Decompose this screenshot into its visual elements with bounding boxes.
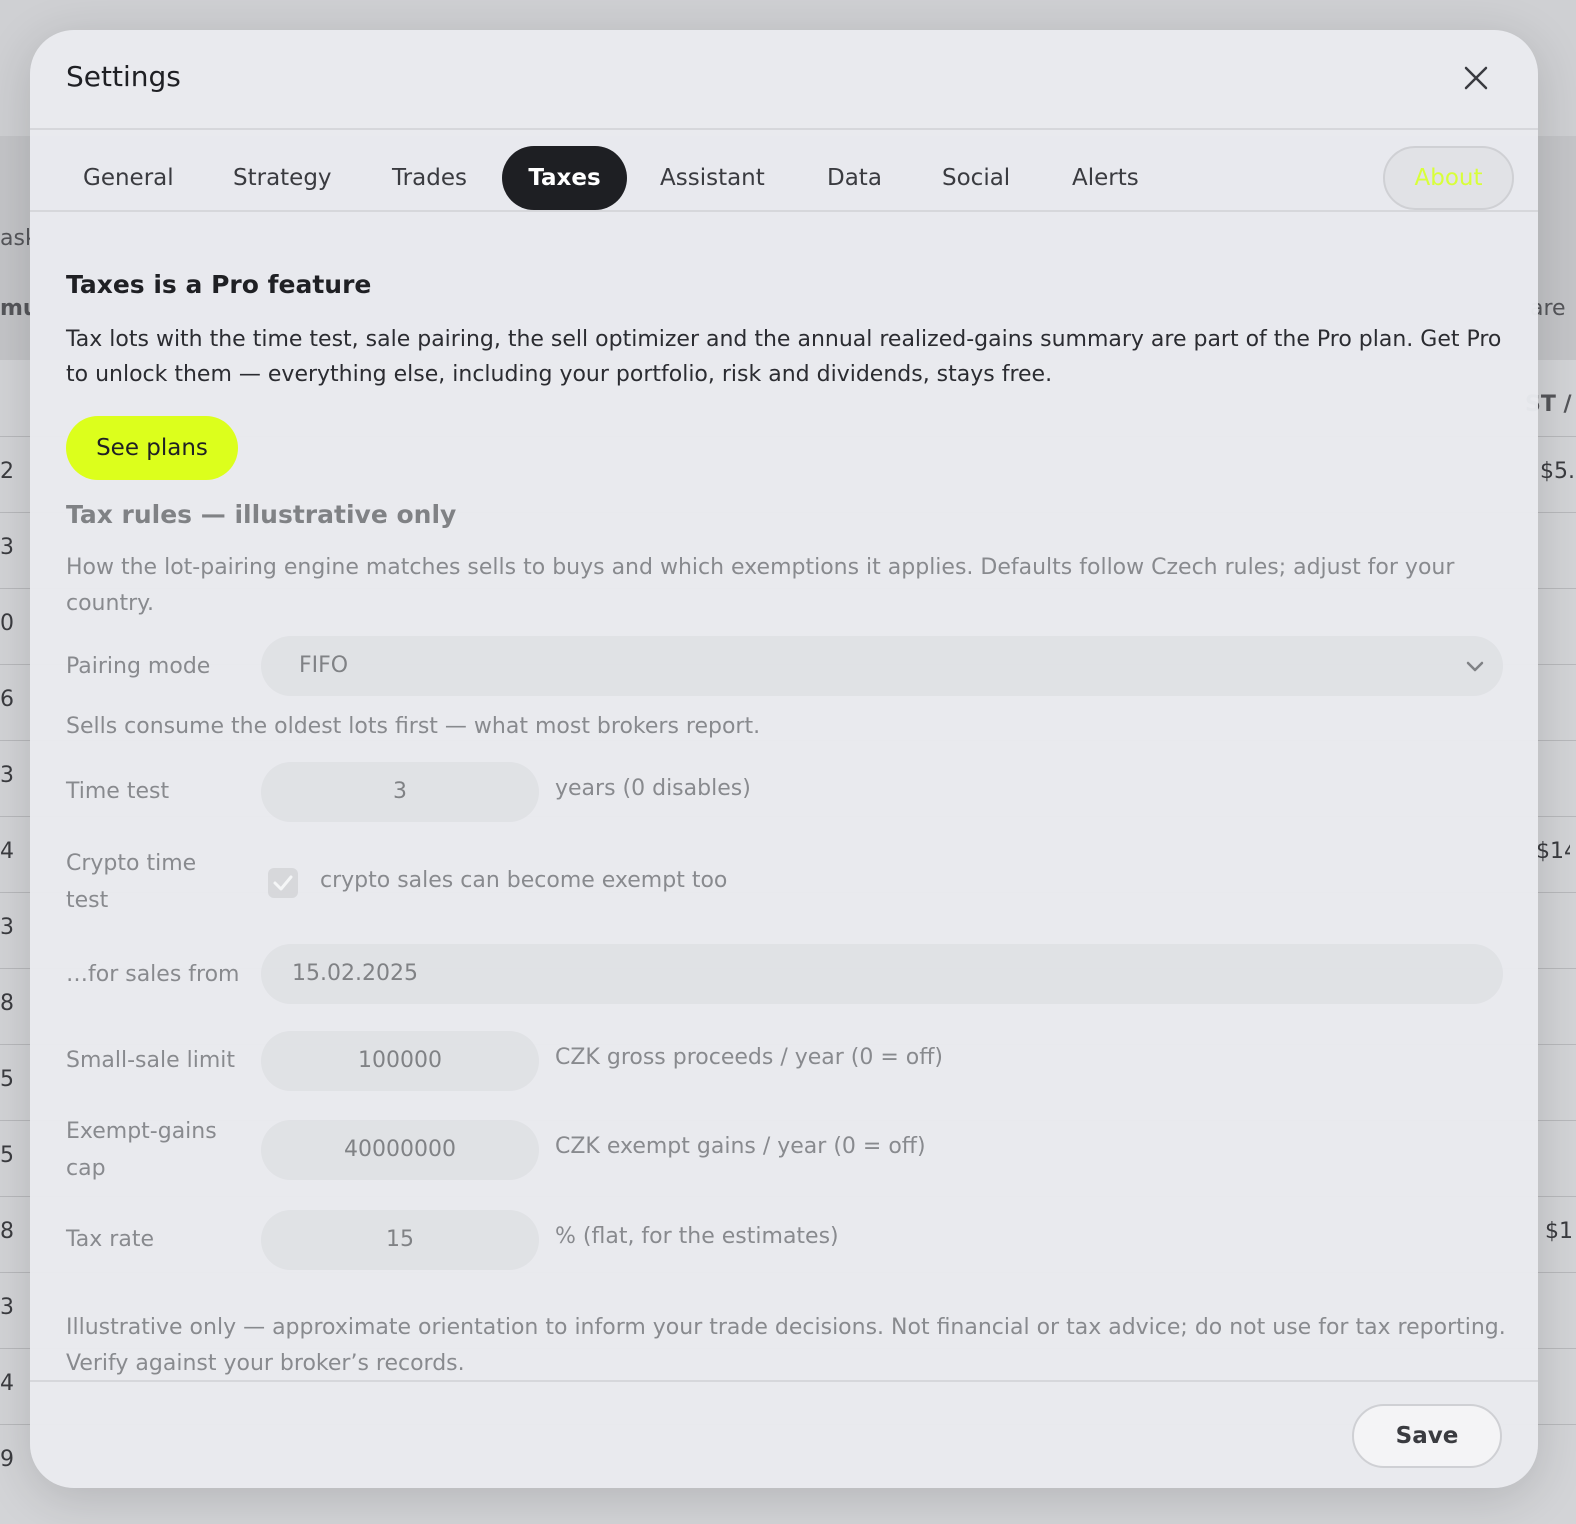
row-number: 6: [0, 687, 14, 712]
row-value: $1: [1545, 1219, 1573, 1244]
tax-rules-description: How the lot-pairing engine matches sells…: [66, 555, 1455, 616]
checkmark-icon: [273, 875, 293, 891]
row-number: 3: [0, 915, 14, 940]
tax-rate-input[interactable]: 15: [261, 1210, 539, 1270]
save-button[interactable]: Save: [1352, 1404, 1502, 1468]
row-number: 8: [0, 991, 14, 1016]
row-number: 4: [0, 1371, 14, 1396]
time-test-input[interactable]: 3: [261, 762, 539, 822]
tab-assistant[interactable]: Assistant: [632, 146, 793, 210]
row-number: 8: [0, 1219, 14, 1244]
pairing-mode-hint: Sells consume the oldest lots first — wh…: [66, 714, 761, 739]
pro-feature-description: Tax lots with the time test, sale pairin…: [66, 327, 1502, 387]
row-value: $5.: [1540, 459, 1574, 484]
row-number: 9: [0, 1447, 14, 1472]
pairing-mode-select[interactable]: FIFO: [261, 636, 1503, 696]
modal-title: Settings: [66, 60, 181, 93]
sales-from-label: …for sales from: [66, 962, 240, 987]
pairing-mode-label: Pairing mode: [66, 654, 211, 679]
background-fragment: ask: [0, 226, 30, 251]
pro-feature-title: Taxes is a Pro feature: [66, 270, 372, 299]
crypto-time-test-checkbox-label: crypto sales can become exempt too: [320, 868, 728, 893]
tab-general[interactable]: General: [55, 146, 202, 210]
exempt-gains-cap-label: Exempt-gains cap: [66, 1119, 217, 1181]
tab-bar: General Strategy Trades Taxes Assistant …: [30, 130, 1538, 212]
sales-from-date-input[interactable]: 15.02.2025: [261, 944, 1503, 1004]
exempt-gains-cap-input[interactable]: 40000000: [261, 1120, 539, 1180]
row-number: 31: [0, 763, 14, 788]
settings-modal: Settings General Strategy Trades Taxes A…: [30, 30, 1538, 1488]
background-fragment: mu: [0, 296, 30, 321]
tab-about[interactable]: About: [1383, 146, 1514, 210]
tab-strategy[interactable]: Strategy: [205, 146, 360, 210]
disclaimer-text: Illustrative only — approximate orientat…: [66, 1315, 1506, 1376]
tax-rate-suffix: % (flat, for the estimates): [555, 1224, 839, 1249]
modal-header: Settings: [30, 30, 1538, 130]
see-plans-button[interactable]: See plans: [66, 416, 238, 480]
time-test-label: Time test: [66, 779, 170, 804]
tab-data[interactable]: Data: [799, 146, 910, 210]
exempt-gains-cap-suffix: CZK exempt gains / year (0 = off): [555, 1134, 926, 1159]
crypto-time-test-label: Crypto time test: [66, 851, 197, 913]
tax-rate-label: Tax rate: [66, 1227, 154, 1252]
tab-alerts[interactable]: Alerts: [1044, 146, 1167, 210]
row-number: 0: [0, 611, 14, 636]
small-sale-limit-label: Small-sale limit: [66, 1048, 236, 1073]
time-test-suffix: years (0 disables): [555, 776, 751, 801]
small-sale-limit-suffix: CZK gross proceeds / year (0 = off): [555, 1045, 944, 1070]
row-number: 5: [0, 1143, 14, 1168]
chevron-down-icon: [1466, 661, 1484, 672]
close-icon: [1464, 66, 1488, 90]
row-number: 3: [0, 1295, 14, 1320]
row-number: 3: [0, 535, 14, 560]
row-number: 2: [0, 459, 14, 484]
tab-social[interactable]: Social: [914, 146, 1038, 210]
row-value: $14: [1536, 839, 1570, 864]
tax-rules-title: Tax rules — illustrative only: [66, 500, 457, 529]
crypto-time-test-checkbox[interactable]: [268, 868, 298, 898]
tab-trades[interactable]: Trades: [364, 146, 495, 210]
pairing-mode-value: FIFO: [299, 653, 349, 678]
row-number: 5: [0, 1067, 14, 1092]
row-number: 4: [0, 839, 14, 864]
tab-taxes[interactable]: Taxes: [502, 146, 627, 210]
small-sale-limit-input[interactable]: 100000: [261, 1031, 539, 1091]
modal-footer: Save: [30, 1380, 1538, 1488]
close-button[interactable]: [1458, 60, 1494, 96]
